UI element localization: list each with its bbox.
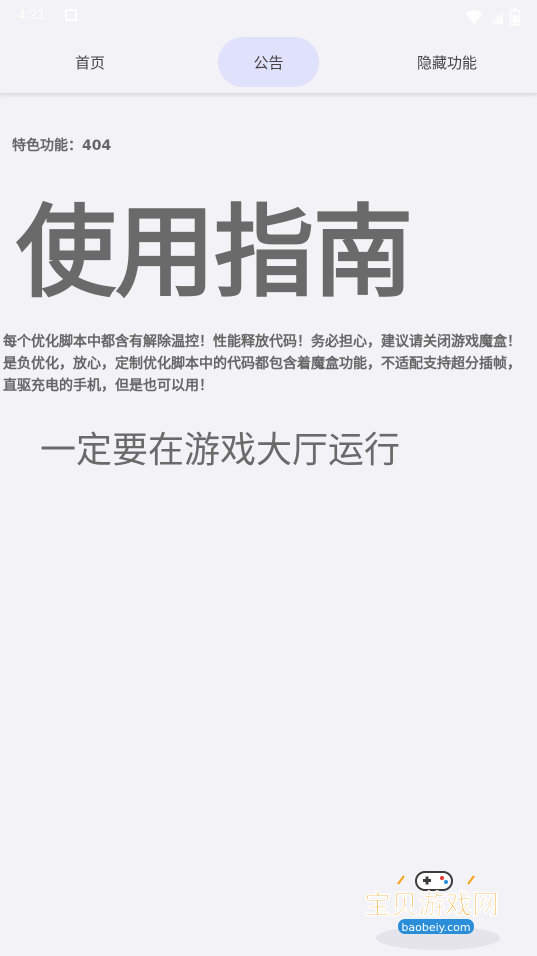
- gamepad-icon: [415, 871, 453, 891]
- battery-icon: [509, 8, 521, 26]
- notification-icon: [65, 9, 77, 21]
- tab-notice[interactable]: 公告: [218, 30, 319, 94]
- status-icons: [465, 6, 521, 26]
- app-screen: 4:21 首页 公告 隐藏功能 特色功能：404 使用指南 每个优化脚本中都含有…: [0, 0, 537, 956]
- status-time: 4:21: [18, 6, 46, 22]
- tab-hidden-features[interactable]: 隐藏功能: [397, 30, 497, 94]
- tab-bar: 首页 公告 隐藏功能: [0, 30, 537, 94]
- feature-label: 特色功能：404: [12, 138, 112, 154]
- guide-title: 使用指南: [16, 194, 413, 311]
- wifi-icon: [465, 9, 483, 24]
- signal-icon: [489, 10, 503, 24]
- watermark-url: baobeiy.com: [401, 921, 470, 934]
- watermark-logo: 宝贝游戏网 baobeiy.com: [360, 866, 510, 952]
- run-in-lobby-notice: 一定要在游戏大厅运行: [40, 430, 401, 471]
- status-bar: 4:21: [0, 0, 537, 30]
- tab-home[interactable]: 首页: [40, 30, 140, 94]
- description-text: 每个优化脚本中都含有解除温控！性能释放代码！务必担心，建议请关闭游戏魔盒！是负优…: [3, 334, 521, 394]
- watermark-name: 宝贝游戏网: [364, 889, 499, 921]
- watermark-graphic: 宝贝游戏网 baobeiy.com: [364, 871, 500, 950]
